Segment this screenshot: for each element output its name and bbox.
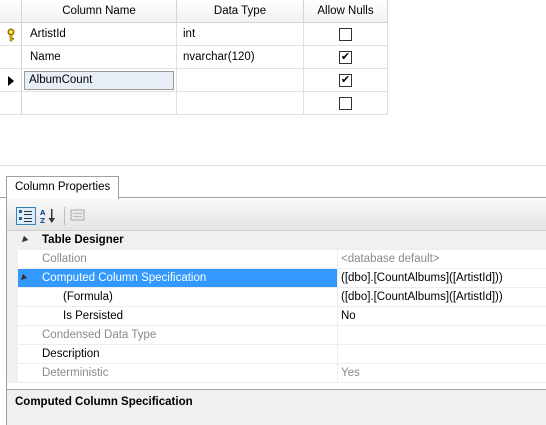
column-name-cell[interactable]: AlbumCount (22, 69, 177, 92)
property-value[interactable]: Yes (338, 364, 546, 383)
property-row-selected[interactable]: Computed Column Specification ([dbo].[Co… (7, 269, 546, 288)
table-row[interactable] (0, 92, 388, 115)
svg-text:A: A (40, 209, 46, 217)
table-row[interactable]: ArtistId int (0, 23, 388, 46)
allow-nulls-checkbox[interactable]: ✔ (339, 51, 352, 64)
allow-nulls-header[interactable]: Allow Nulls (304, 0, 388, 23)
row-selector[interactable] (0, 69, 22, 92)
row-gutter (7, 288, 18, 307)
property-description-pane: Computed Column Specification (7, 389, 546, 425)
data-type-cell[interactable] (177, 92, 304, 115)
row-selector[interactable] (0, 46, 22, 69)
row-selector[interactable] (0, 23, 22, 46)
row-gutter (7, 231, 29, 250)
toolbar-separator (64, 207, 65, 225)
row-gutter (7, 250, 18, 269)
row-gutter (7, 326, 18, 345)
sort-alphabetical-icon: A Z (40, 209, 55, 225)
column-name-cell[interactable]: Name (22, 46, 177, 69)
property-row[interactable]: Description (7, 345, 546, 364)
property-name: Table Designer (18, 231, 338, 250)
current-row-arrow-icon (8, 76, 14, 86)
property-name: Is Persisted (18, 307, 338, 326)
property-value[interactable]: ([dbo].[CountAlbums]([ArtistId])) (338, 288, 546, 307)
property-row[interactable]: (Formula) ([dbo].[CountAlbums]([ArtistId… (7, 288, 546, 307)
column-properties-panel: A Z Table Designer Collation <database d… (6, 199, 546, 425)
description-title: Computed Column Specification (15, 396, 193, 408)
data-type-header[interactable]: Data Type (177, 0, 304, 23)
column-name-header[interactable]: Column Name (22, 0, 177, 23)
row-gutter (7, 269, 28, 288)
property-grid-toolbar: A Z (7, 199, 546, 231)
property-grid: Table Designer Collation <database defau… (7, 231, 546, 383)
allow-nulls-cell (304, 92, 388, 115)
primary-key-icon (7, 28, 15, 42)
property-name: Condensed Data Type (18, 326, 338, 345)
property-row[interactable]: Condensed Data Type (7, 326, 546, 345)
tab-column-properties[interactable]: Column Properties (6, 176, 120, 199)
column-name-editor[interactable]: AlbumCount (24, 71, 174, 90)
property-name: Description (18, 345, 338, 364)
allow-nulls-cell: ✔ (304, 46, 388, 69)
grid-header: Column Name Data Type Allow Nulls (0, 0, 388, 23)
row-gutter (7, 345, 18, 364)
property-value[interactable] (338, 345, 546, 364)
data-type-cell[interactable]: int (177, 23, 304, 46)
property-name: Computed Column Specification (18, 269, 338, 288)
splitter[interactable] (0, 165, 546, 166)
column-name-cell[interactable] (22, 92, 177, 115)
categorized-icon (19, 210, 32, 222)
column-name-cell[interactable]: ArtistId (22, 23, 177, 46)
allow-nulls-checkbox[interactable] (339, 28, 352, 41)
table-row[interactable]: AlbumCount ✔ (0, 69, 388, 92)
allow-nulls-cell (304, 23, 388, 46)
property-value[interactable] (338, 326, 546, 345)
property-value[interactable]: ([dbo].[CountAlbums]([ArtistId])) (338, 269, 546, 288)
table-row[interactable]: Name nvarchar(120) ✔ (0, 46, 388, 69)
property-pages-button[interactable] (69, 207, 89, 225)
allow-nulls-checkbox[interactable]: ✔ (339, 74, 352, 87)
column-grid: Column Name Data Type Allow Nulls Artist… (0, 0, 388, 115)
row-selector-header (0, 0, 22, 23)
property-name: (Formula) (18, 288, 338, 307)
property-value[interactable]: No (338, 307, 546, 326)
property-value[interactable]: <database default> (338, 250, 546, 269)
property-row[interactable]: Is Persisted No (7, 307, 546, 326)
properties-tabstrip: Column Properties (0, 176, 546, 199)
property-row[interactable]: Deterministic Yes (7, 364, 546, 383)
data-type-cell[interactable] (177, 69, 304, 92)
property-category-row[interactable]: Table Designer (7, 231, 546, 250)
property-name: Deterministic (18, 364, 338, 383)
allow-nulls-cell: ✔ (304, 69, 388, 92)
row-gutter (7, 307, 18, 326)
property-pages-icon (70, 209, 85, 221)
property-name: Collation (18, 250, 338, 269)
allow-nulls-checkbox[interactable] (339, 97, 352, 110)
svg-text:Z: Z (40, 217, 45, 225)
categorized-view-button[interactable] (16, 207, 36, 225)
property-row[interactable]: Collation <database default> (7, 250, 546, 269)
row-gutter (7, 364, 18, 383)
alphabetical-view-button[interactable]: A Z (39, 207, 59, 225)
row-selector[interactable] (0, 92, 22, 115)
property-value (338, 231, 546, 250)
data-type-cell[interactable]: nvarchar(120) (177, 46, 304, 69)
